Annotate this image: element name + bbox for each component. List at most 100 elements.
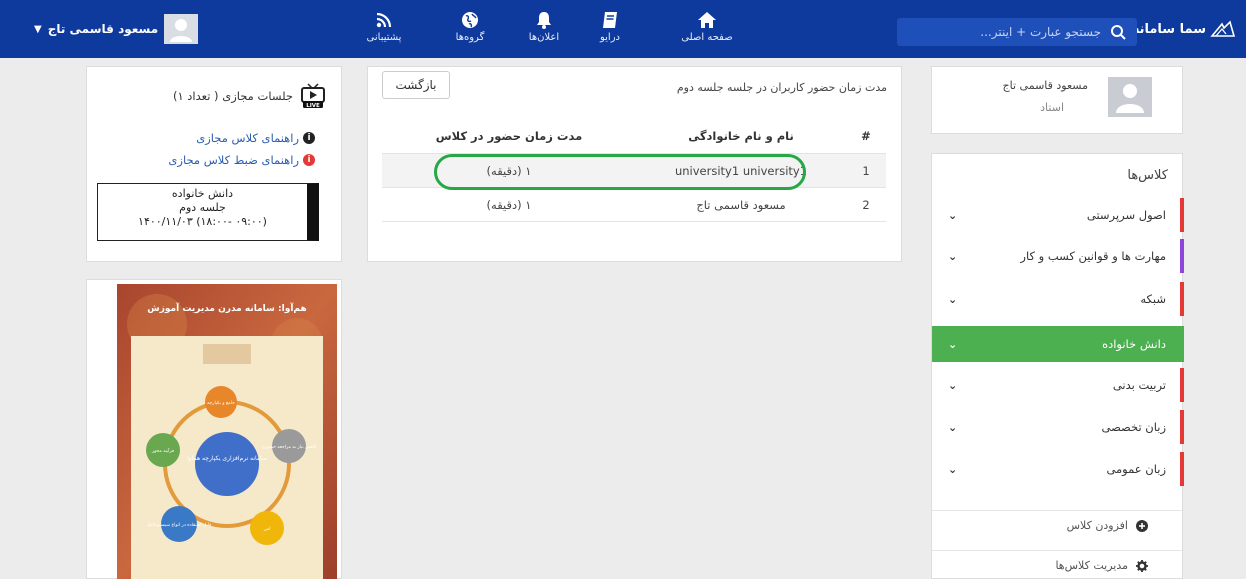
session-name: جلسه دوم [179, 201, 226, 214]
chevron-down-icon[interactable]: ⌄ [948, 293, 957, 306]
nav-home[interactable]: صفحه اصلی [675, 10, 739, 43]
class-item[interactable]: شبکه ⌄ [932, 282, 1184, 316]
profile-name: مسعود قاسمی تاج [1002, 79, 1088, 92]
row-number: 1 [846, 153, 886, 188]
brand-logo[interactable]: سما سامانه [1132, 14, 1236, 44]
nav-drive-label: درایو [599, 32, 620, 43]
info-icon: i [303, 154, 315, 166]
nav-support[interactable]: پشتیبانی [352, 10, 416, 43]
brand-name: سما سامانه [1131, 21, 1206, 37]
virtual-sessions-panel: LIVE جلسات مجازی ( تعداد ۱) i راهنمای کل… [86, 66, 342, 262]
user-menu[interactable]: مسعود قاسمی تاج ▼ [34, 12, 199, 46]
chevron-down-icon[interactable]: ⌄ [948, 379, 957, 392]
chevron-down-icon[interactable]: ⌄ [948, 463, 957, 476]
chevron-down-icon[interactable]: ⌄ [948, 421, 957, 434]
class-item-active[interactable]: دانش خانواده ⌄ [932, 326, 1184, 362]
class-label: زبان عمومی [1106, 462, 1166, 476]
promo-poster-card: هم‌آوا: سامانه مدرن مدیریت آموزش سامانه … [86, 279, 342, 579]
class-label: اصول سرپرستی [1086, 208, 1166, 222]
rss-icon [376, 12, 392, 28]
add-class-button[interactable]: افزودن کلاس [932, 510, 1184, 540]
plus-circle-icon [1136, 519, 1148, 532]
classes-panel: کلاس‌ها اصول سرپرستی ⌄ مهارت ها و قوانین… [931, 153, 1184, 579]
class-item[interactable]: زبان تخصصی ⌄ [932, 410, 1184, 444]
class-label: تربیت بدنی [1112, 378, 1166, 392]
profile-card: مسعود قاسمی تاج استاد [931, 66, 1183, 134]
column-header-duration: مدت زمان حضور در کلاس [382, 119, 636, 154]
class-item[interactable]: تربیت بدنی ⌄ [932, 368, 1184, 402]
class-label: مهارت ها و قوانین کسب و کار [1020, 249, 1166, 263]
class-label: شبکه [1140, 292, 1166, 306]
home-icon [698, 12, 716, 28]
nav-notifications[interactable]: اعلان‌ها [512, 10, 576, 43]
poster-node: فرآیند محور [151, 448, 174, 454]
row-duration: ۱ (دقیقه) [382, 187, 636, 222]
nav-support-label: پشتیبانی [366, 32, 402, 43]
user-name: مسعود قاسمی تاج [47, 22, 159, 36]
poster-headline: هم‌آوا: سامانه مدرن مدیریت آموزش [147, 302, 306, 314]
manage-classes-label: مدیریت کلاس‌ها [1055, 559, 1128, 572]
promo-poster-image: هم‌آوا: سامانه مدرن مدیریت آموزش سامانه … [117, 284, 337, 579]
classes-title: کلاس‌ها [1127, 168, 1168, 183]
search-icon[interactable] [1109, 23, 1127, 41]
gear-icon [1136, 559, 1148, 572]
bell-icon [537, 12, 551, 29]
nav-home-label: صفحه اصلی [681, 32, 733, 43]
class-label: زبان تخصصی [1101, 420, 1166, 434]
user-icon [1116, 84, 1144, 113]
chevron-down-icon[interactable]: ▼ [34, 24, 42, 35]
table-header-row: # نام و نام خانوادگی مدت زمان حضور در کل… [382, 119, 886, 154]
globe-icon [462, 12, 478, 28]
poster-node: امن [263, 527, 270, 532]
row-number: 2 [846, 187, 886, 222]
nav-groups-label: گروه‌ها [455, 32, 485, 43]
attendance-table: # نام و نام خانوادگی مدت زمان حضور در کل… [382, 119, 886, 222]
attendance-title: مدت زمان حضور کاربران در جلسه جلسه دوم [676, 81, 887, 94]
class-item[interactable]: زبان عمومی ⌄ [932, 452, 1184, 486]
nav-notifications-label: اعلان‌ها [528, 32, 560, 43]
class-item[interactable]: اصول سرپرستی ⌄ [932, 198, 1184, 232]
sessions-title: LIVE جلسات مجازی ( تعداد ۱) [173, 83, 327, 109]
add-class-label: افزودن کلاس [1066, 519, 1128, 532]
nav-drive[interactable]: درایو [578, 10, 642, 43]
nav-groups[interactable]: گروه‌ها [438, 10, 502, 43]
live-badge: LIVE [306, 103, 320, 109]
chevron-down-icon[interactable]: ⌄ [948, 250, 957, 263]
row-duration: ۱ (دقیقه) [382, 153, 636, 188]
class-item[interactable]: مهارت ها و قوانین کسب و کار ⌄ [932, 239, 1184, 273]
guide-recording-label: راهنمای ضبط کلاس مجازی [168, 153, 299, 167]
column-header-number: # [846, 119, 886, 154]
row-name: مسعود قاسمی تاج [636, 187, 846, 222]
guide-recording-link[interactable]: i راهنمای ضبط کلاس مجازی [168, 153, 315, 167]
guide-virtual-class-label: راهنمای کلاس مجازی [196, 131, 299, 145]
poster-node: قابل استفاده در انواع سیستم‌عامل [147, 523, 212, 528]
session-card[interactable]: دانش خانواده جلسه دوم ۱۴۰۰/۱۱/۰۳ (۱۸:۰۰-… [97, 183, 319, 241]
drive-icon [603, 12, 617, 28]
info-icon: i [303, 132, 315, 144]
column-header-name: نام و نام خانوادگی [636, 119, 846, 154]
chevron-down-icon[interactable]: ⌄ [948, 209, 957, 222]
attendance-panel: مدت زمان حضور کاربران در جلسه جلسه دوم ب… [367, 66, 902, 262]
poster-center-text: سامانه نرم‌افزاری یکپارچه هماوا [187, 455, 267, 462]
row-name: university1 university1 [636, 153, 846, 188]
user-icon [170, 19, 193, 42]
guide-virtual-class-link[interactable]: i راهنمای کلاس مجازی [196, 131, 315, 145]
live-tv-icon: LIVE [301, 83, 325, 109]
table-row: 1 university1 university1 ۱ (دقیقه) [382, 153, 886, 188]
manage-classes-button[interactable]: مدیریت کلاس‌ها [932, 550, 1184, 579]
session-course: دانش خانواده [171, 187, 234, 200]
search-box[interactable] [897, 18, 1137, 46]
search-input[interactable] [911, 25, 1101, 39]
user-avatar [164, 14, 199, 44]
table-row: 2 مسعود قاسمی تاج ۱ (دقیقه) [382, 187, 886, 222]
poster-node: جامع و یکپارچه [207, 400, 235, 406]
class-label: دانش خانواده [1102, 337, 1166, 351]
profile-avatar [1108, 77, 1152, 117]
back-button[interactable]: بازگشت [382, 71, 450, 99]
sessions-title-text: جلسات مجازی ( تعداد ۱) [172, 89, 293, 103]
brand-mark-icon [1210, 20, 1236, 37]
profile-role: استاد [1040, 101, 1064, 114]
poster-node: کاهش نیاز به مراجعه حضوری [261, 444, 317, 450]
top-navbar: سما سامانه صفحه اصلی درایو اعلان‌ها [0, 0, 1246, 58]
chevron-down-icon[interactable]: ⌄ [948, 338, 957, 351]
